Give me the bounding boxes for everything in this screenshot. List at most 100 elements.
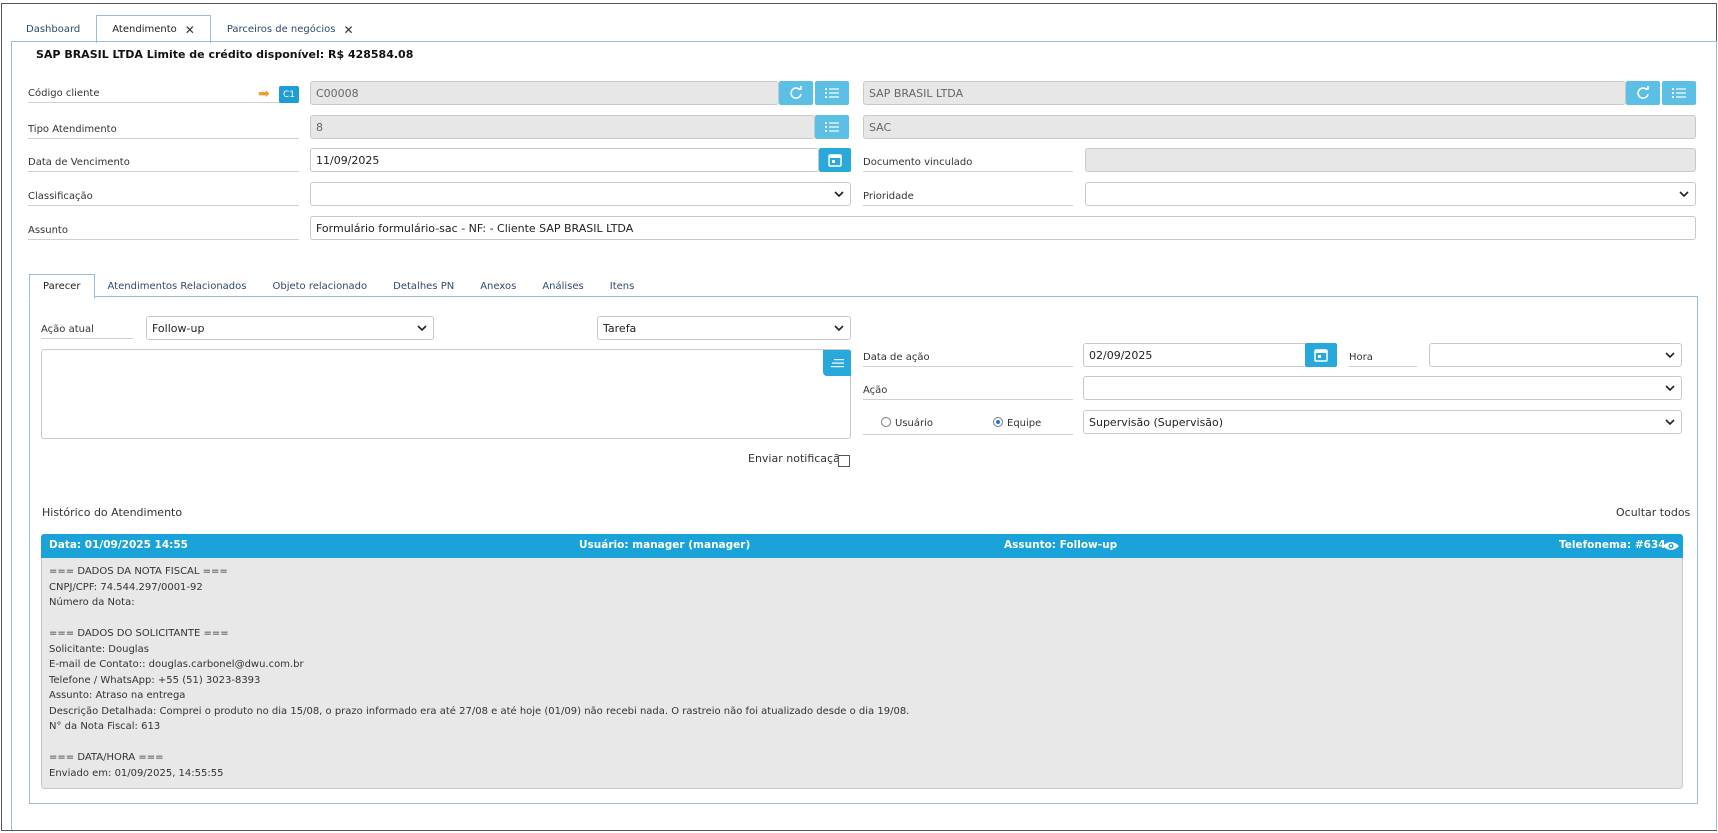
list-button[interactable]: [815, 115, 849, 139]
eye-icon[interactable]: [1662, 540, 1680, 555]
tab-label: Detalhes PN: [393, 280, 455, 292]
calendar-icon: [1314, 349, 1328, 362]
close-icon[interactable]: ✕: [185, 23, 195, 37]
acao-atual-label: Ação atual: [41, 324, 133, 339]
tipo-acao-value: Tarefa: [603, 321, 637, 335]
tipo-atendimento-label: Tipo Atendimento: [28, 124, 299, 139]
history-entry-body: === DADOS DA NOTA FISCAL === CNPJ/CPF: 7…: [41, 558, 1683, 789]
list-icon: [1672, 88, 1686, 98]
data-vencimento-input[interactable]: 11/09/2025: [310, 148, 819, 172]
equipe-value: Supervisão (Supervisão): [1089, 415, 1224, 429]
data-vencimento-label: Data de Vencimento: [28, 157, 299, 172]
data-acao-input[interactable]: 02/09/2025: [1083, 343, 1307, 367]
history-entry-header[interactable]: Data: 01/09/2025 14:55 Usuário: manager …: [41, 534, 1683, 558]
calendar-icon: [828, 154, 842, 167]
list-button[interactable]: [1662, 81, 1696, 105]
history-line: E-mail de Contato:: douglas.carbonel@dwu…: [49, 659, 304, 670]
tab-parceiros[interactable]: Parceiros de negócios ✕: [211, 16, 370, 42]
tab-label: Objeto relacionado: [272, 280, 368, 292]
hora-select[interactable]: [1429, 343, 1682, 367]
enviar-notificacao-label: Enviar notificação: [748, 452, 847, 465]
tab-itens[interactable]: Itens: [597, 274, 648, 298]
assunto-label: Assunto: [28, 225, 299, 240]
prioridade-label: Prioridade: [863, 191, 1073, 206]
history-line: Telefone / WhatsApp: +55 (51) 3023-8393: [49, 674, 261, 686]
tab-objeto-relacionado[interactable]: Objeto relacionado: [259, 274, 380, 298]
ocultar-todos-link[interactable]: Ocultar todos: [1616, 506, 1690, 519]
chevron-down-icon: [834, 191, 844, 197]
notes-button[interactable]: [823, 350, 851, 376]
parecer-textarea[interactable]: [41, 349, 851, 439]
refresh-icon: [1637, 86, 1649, 99]
tab-label: Dashboard: [26, 24, 81, 35]
list-icon: [825, 122, 839, 132]
history-line: Descrição Detalhada: Comprei o produto n…: [49, 705, 910, 717]
subtab-bar: Parecer Atendimentos Relacionados Objeto…: [29, 274, 648, 299]
acao-atual-value: Follow-up: [152, 321, 205, 335]
chevron-down-icon: [417, 325, 427, 331]
calendar-button[interactable]: [1305, 343, 1337, 367]
enviar-notificacao-checkbox[interactable]: [838, 455, 850, 467]
acao-atual-select[interactable]: Follow-up: [146, 316, 434, 340]
tab-anexos[interactable]: Anexos: [467, 274, 529, 298]
tab-analises[interactable]: Análises: [529, 274, 596, 298]
tab-atendimento[interactable]: Atendimento ✕: [96, 15, 211, 43]
history-date: Data: 01/09/2025 14:55: [49, 539, 188, 551]
app-tab-bar: Dashboard Atendimento ✕ Parceiros de neg…: [10, 15, 370, 43]
documento-vinculado-input[interactable]: [1085, 148, 1696, 172]
tab-detalhes-pn[interactable]: Detalhes PN: [380, 274, 467, 298]
history-line: === DADOS DA NOTA FISCAL ===: [49, 566, 228, 577]
text-lines-icon: [830, 359, 844, 368]
close-icon[interactable]: ✕: [343, 23, 353, 37]
historico-title: Histórico do Atendimento: [42, 506, 183, 519]
refresh-button[interactable]: [1626, 81, 1660, 105]
radio-usuario-label: Usuário: [895, 418, 934, 429]
history-line: CNPJ/CPF: 74.544.297/0001-92: [49, 581, 203, 593]
data-acao-label: Data de ação: [863, 352, 1073, 367]
radio-usuario[interactable]: [881, 417, 891, 427]
chevron-down-icon: [1665, 419, 1675, 425]
hora-label: Hora: [1349, 352, 1417, 367]
acao-label: Ação: [863, 385, 1073, 400]
history-line: [49, 611, 1675, 627]
history-line: Enviado em: 01/09/2025, 14:55:55: [49, 767, 224, 779]
tab-label: Parecer: [43, 281, 81, 292]
history-line: === DATA/HORA ===: [49, 752, 164, 763]
classificacao-label: Classificação: [28, 191, 299, 206]
assunto-input[interactable]: Formulário formulário-sac - NF: - Client…: [310, 216, 1696, 240]
c1-badge[interactable]: C1: [279, 86, 299, 103]
tab-label: Atendimento: [112, 24, 177, 35]
equipe-select[interactable]: Supervisão (Supervisão): [1083, 410, 1682, 434]
acao-select[interactable]: [1083, 376, 1682, 400]
classificacao-select[interactable]: [310, 182, 851, 206]
history-line: N° da Nota Fiscal: 613: [49, 721, 161, 732]
cliente-nome-input[interactable]: SAP BRASIL LTDA: [863, 81, 1626, 105]
arrow-right-icon[interactable]: ➡: [258, 87, 270, 101]
tipo-atendimento-desc[interactable]: SAC: [863, 115, 1696, 139]
history-subject: Assunto: Follow-up: [1004, 539, 1118, 551]
list-icon: [825, 88, 839, 98]
list-button[interactable]: [815, 81, 849, 105]
tab-label: Atendimentos Relacionados: [107, 280, 247, 292]
tab-label: Anexos: [480, 280, 517, 292]
chevron-down-icon: [834, 325, 844, 331]
radio-equipe-label: Equipe: [1007, 418, 1042, 429]
tab-label: Itens: [609, 280, 635, 292]
tipo-atendimento-input[interactable]: 8: [310, 115, 815, 139]
chevron-down-icon: [1665, 385, 1675, 391]
history-user: Usuário: manager (manager): [579, 539, 751, 551]
radio-equipe[interactable]: [993, 417, 1003, 427]
chevron-down-icon: [1679, 191, 1689, 197]
refresh-button[interactable]: [779, 81, 813, 105]
calendar-button[interactable]: [819, 148, 851, 172]
prioridade-select[interactable]: [1085, 182, 1696, 206]
tipo-acao-select[interactable]: Tarefa: [597, 316, 851, 340]
history-telefonema: Telefonema: #634: [1559, 539, 1666, 551]
history-line: Número da Nota:: [49, 597, 135, 608]
tab-dashboard[interactable]: Dashboard: [10, 16, 96, 42]
tab-parecer[interactable]: Parecer: [29, 274, 95, 299]
refresh-icon: [790, 86, 802, 99]
tab-atendimentos-relacionados[interactable]: Atendimentos Relacionados: [95, 274, 260, 298]
codigo-cliente-input[interactable]: C00008: [310, 81, 779, 105]
history-line: Assunto: Atraso na entrega: [49, 690, 186, 701]
